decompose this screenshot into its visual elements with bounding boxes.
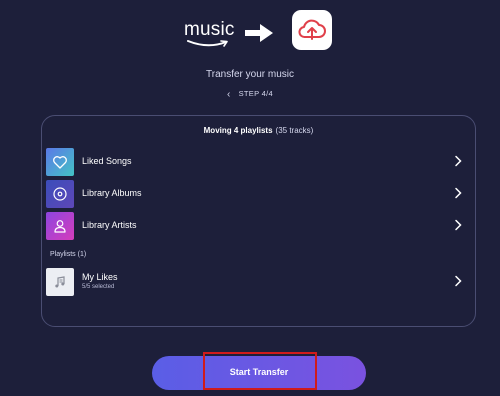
list-item-library-artists[interactable]: Library Artists [46,212,472,240]
library-artists-thumb [46,212,74,240]
disc-icon [53,187,67,201]
step-indicator: ‹ STEP 4/4 [0,89,500,100]
right-arrow-icon [245,24,273,42]
amazon-smile-icon [187,40,228,47]
heart-icon [53,156,67,169]
page-title: Transfer your music [206,69,294,80]
amazon-music-logo: music [184,19,235,50]
chevron-right-icon [455,187,462,199]
start-transfer-label: Start Transfer [229,367,289,377]
chevron-left-icon[interactable]: ‹ [227,89,231,100]
step-label: STEP 4/4 [238,89,273,98]
liked-songs-thumb [46,148,74,176]
card-title: Moving 4 playlists (35 tracks) [42,126,475,135]
list-item-library-albums[interactable]: Library Albums [46,180,472,208]
list-item-label: Liked Songs [82,156,132,166]
list-item-label: Library Artists [82,220,137,230]
list-item-liked-songs[interactable]: Liked Songs [46,148,472,176]
list-item-label: Library Albums [82,188,142,198]
header: music Transfer your music ‹ STEP 4/4 [0,0,500,110]
list-item-label: My Likes [82,272,118,282]
list-item-my-likes[interactable]: My Likes 5/5 selected [46,268,472,296]
start-transfer-button[interactable]: Start Transfer [152,352,366,390]
logo-text: music [184,19,235,40]
cloud-upload-logo [292,10,332,50]
track-count: (35 tracks) [275,126,314,135]
library-albums-thumb [46,180,74,208]
my-likes-thumb [46,268,74,296]
playlists-section-label: Playlists (1) [50,251,87,258]
playlist-card: Moving 4 playlists (35 tracks) Liked Song… [41,115,476,327]
playlist-count: Moving 4 playlists [203,126,273,135]
cloud-upload-icon [298,19,326,40]
person-icon [54,220,66,233]
chevron-right-icon [455,275,462,287]
selection-count: 5/5 selected [82,284,115,290]
music-note-icon [55,276,65,288]
chevron-right-icon [455,155,462,167]
chevron-right-icon [455,219,462,231]
